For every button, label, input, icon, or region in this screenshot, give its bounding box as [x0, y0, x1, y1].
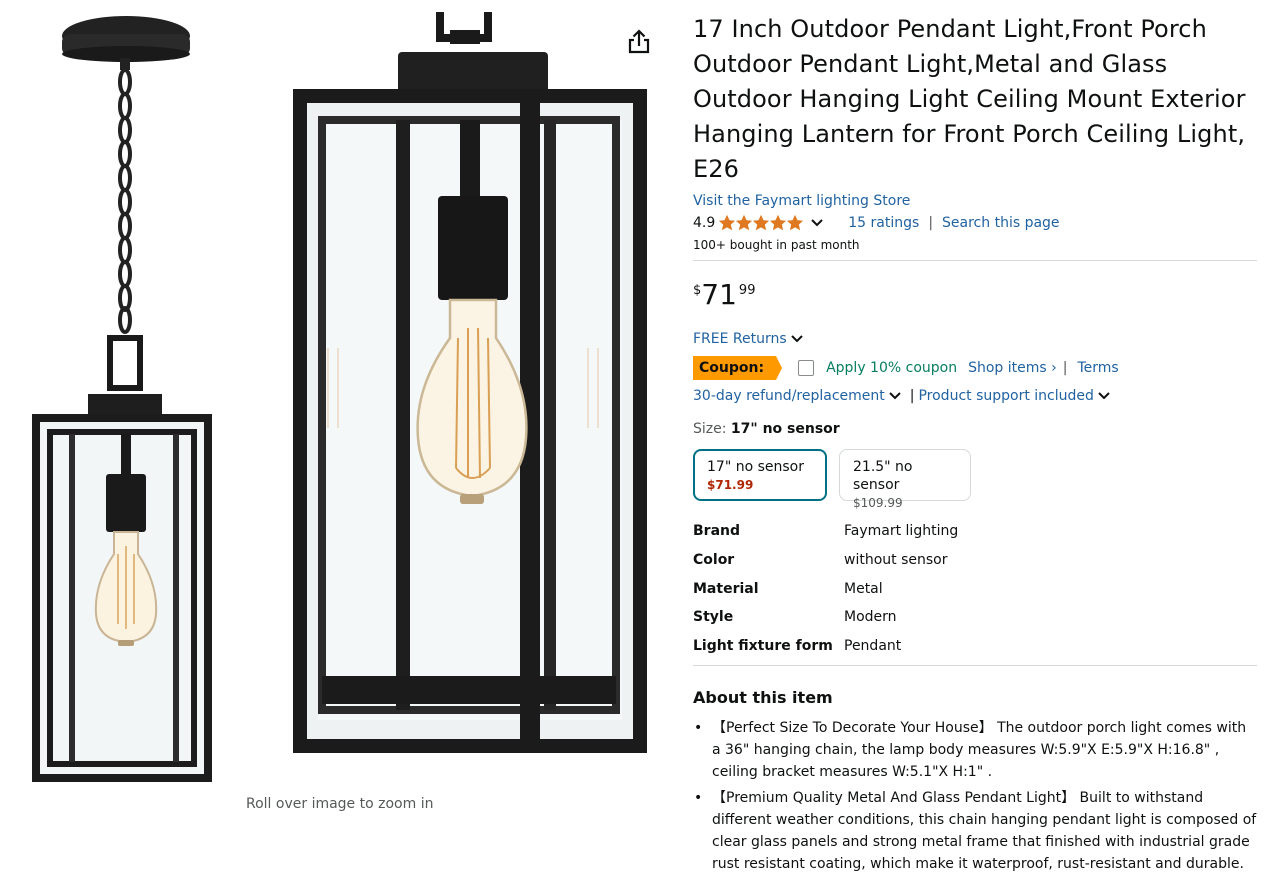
- divider: [693, 260, 1257, 261]
- spec-value: Modern: [844, 609, 897, 626]
- thumbnail-image[interactable]: [28, 14, 228, 784]
- separator: |: [928, 215, 934, 231]
- main-product-image[interactable]: [288, 8, 648, 758]
- size-option-21-5[interactable]: 21.5" no sensor $109.99: [839, 449, 971, 510]
- price: $ 71 99: [693, 279, 1257, 315]
- spec-value: Faymart lighting: [844, 523, 959, 539]
- size-label-text: Size:: [693, 421, 727, 437]
- price-fraction: 99: [738, 283, 756, 298]
- rating-row: 4.9 15 ratings | Search this page: [693, 211, 1257, 235]
- spec-key: Light fixture form: [693, 638, 833, 654]
- size-option-17[interactable]: 17" no sensor $71.99: [693, 449, 827, 501]
- spec-row: Material Metal: [693, 579, 1257, 608]
- spec-row: Brand Faymart lighting: [693, 521, 1257, 550]
- size-option-price: $109.99: [853, 496, 903, 510]
- search-this-page-link[interactable]: Search this page: [942, 212, 1060, 234]
- about-bullets: 【Perfect Size To Decorate Your House】 Th…: [693, 717, 1257, 875]
- size-label: Size: 17" no sensor: [693, 419, 1257, 439]
- spec-key: Color: [693, 551, 735, 568]
- star-rating[interactable]: [719, 215, 804, 231]
- product-specs: Brand Faymart lighting Color without sen…: [693, 521, 1257, 665]
- star-icon: [736, 215, 753, 231]
- spec-value: without sensor: [844, 551, 948, 568]
- about-bullet: 【Perfect Size To Decorate Your House】 Th…: [693, 717, 1257, 783]
- product-title: 17 Inch Outdoor Pendant Light,Front Porc…: [693, 15, 1246, 183]
- bought-count: 100+ bought in past month: [693, 238, 860, 252]
- refund-row: 30-day refund/replacement | Product supp…: [693, 386, 1257, 406]
- rating-value: 4.9: [693, 215, 716, 231]
- chevron-down-icon[interactable]: [810, 218, 824, 228]
- product-support-link[interactable]: Product support included: [918, 386, 1093, 406]
- size-option-price: $71.99: [707, 478, 754, 492]
- shop-items-link[interactable]: Shop items ›: [968, 360, 1057, 376]
- about-heading: About this item: [693, 687, 833, 707]
- store-link[interactable]: Visit the Faymart lighting Store: [693, 191, 1257, 211]
- size-option-name: 21.5" no sensor: [853, 459, 913, 493]
- coupon-badge: Coupon:: [693, 356, 783, 380]
- free-returns-link[interactable]: FREE Returns: [693, 329, 1257, 349]
- spec-key: Material: [693, 580, 759, 597]
- divider: [693, 664, 1257, 666]
- ratings-count-link[interactable]: 15 ratings: [848, 212, 919, 234]
- spec-row: Style Modern: [693, 607, 1257, 636]
- product-details: 17 Inch Outdoor Pendant Light,Front Porc…: [693, 12, 1257, 876]
- size-option-name: 17" no sensor: [707, 459, 804, 475]
- terms-link[interactable]: Terms: [1077, 360, 1118, 376]
- refund-link[interactable]: 30-day refund/replacement: [693, 386, 885, 406]
- chevron-down-icon: [790, 335, 803, 343]
- spec-key: Style: [693, 609, 734, 626]
- apply-coupon-label[interactable]: Apply 10% coupon: [826, 360, 957, 376]
- size-variants: 17" no sensor $71.99 21.5" no sensor $10…: [693, 449, 1257, 510]
- coupon-checkbox[interactable]: [798, 360, 815, 376]
- chevron-down-icon[interactable]: [888, 391, 902, 401]
- spec-row: Light fixture form Pendant: [693, 636, 1257, 665]
- star-icon: [770, 215, 787, 231]
- star-icon: [787, 215, 804, 231]
- free-returns-label: FREE Returns: [693, 331, 787, 347]
- price-whole: 71: [701, 278, 737, 311]
- share-icon[interactable]: [626, 28, 652, 56]
- zoom-hint: Roll over image to zoom in: [246, 796, 434, 812]
- price-symbol: $: [693, 283, 702, 298]
- about-bullet: 【Premium Quality Metal And Glass Pendant…: [693, 787, 1257, 875]
- star-icon: [753, 215, 770, 231]
- chevron-down-icon[interactable]: [1097, 391, 1111, 401]
- spec-value: Metal: [844, 580, 883, 597]
- separator: |: [1062, 360, 1068, 376]
- star-icon: [719, 215, 736, 231]
- size-selected: 17" no sensor: [730, 421, 840, 437]
- spec-row: Color without sensor: [693, 550, 1257, 579]
- separator: |: [909, 388, 915, 404]
- spec-key: Brand: [693, 523, 741, 539]
- coupon-row: Coupon: Apply 10% coupon Shop items › | …: [693, 356, 1257, 380]
- spec-value: Pendant: [844, 638, 902, 654]
